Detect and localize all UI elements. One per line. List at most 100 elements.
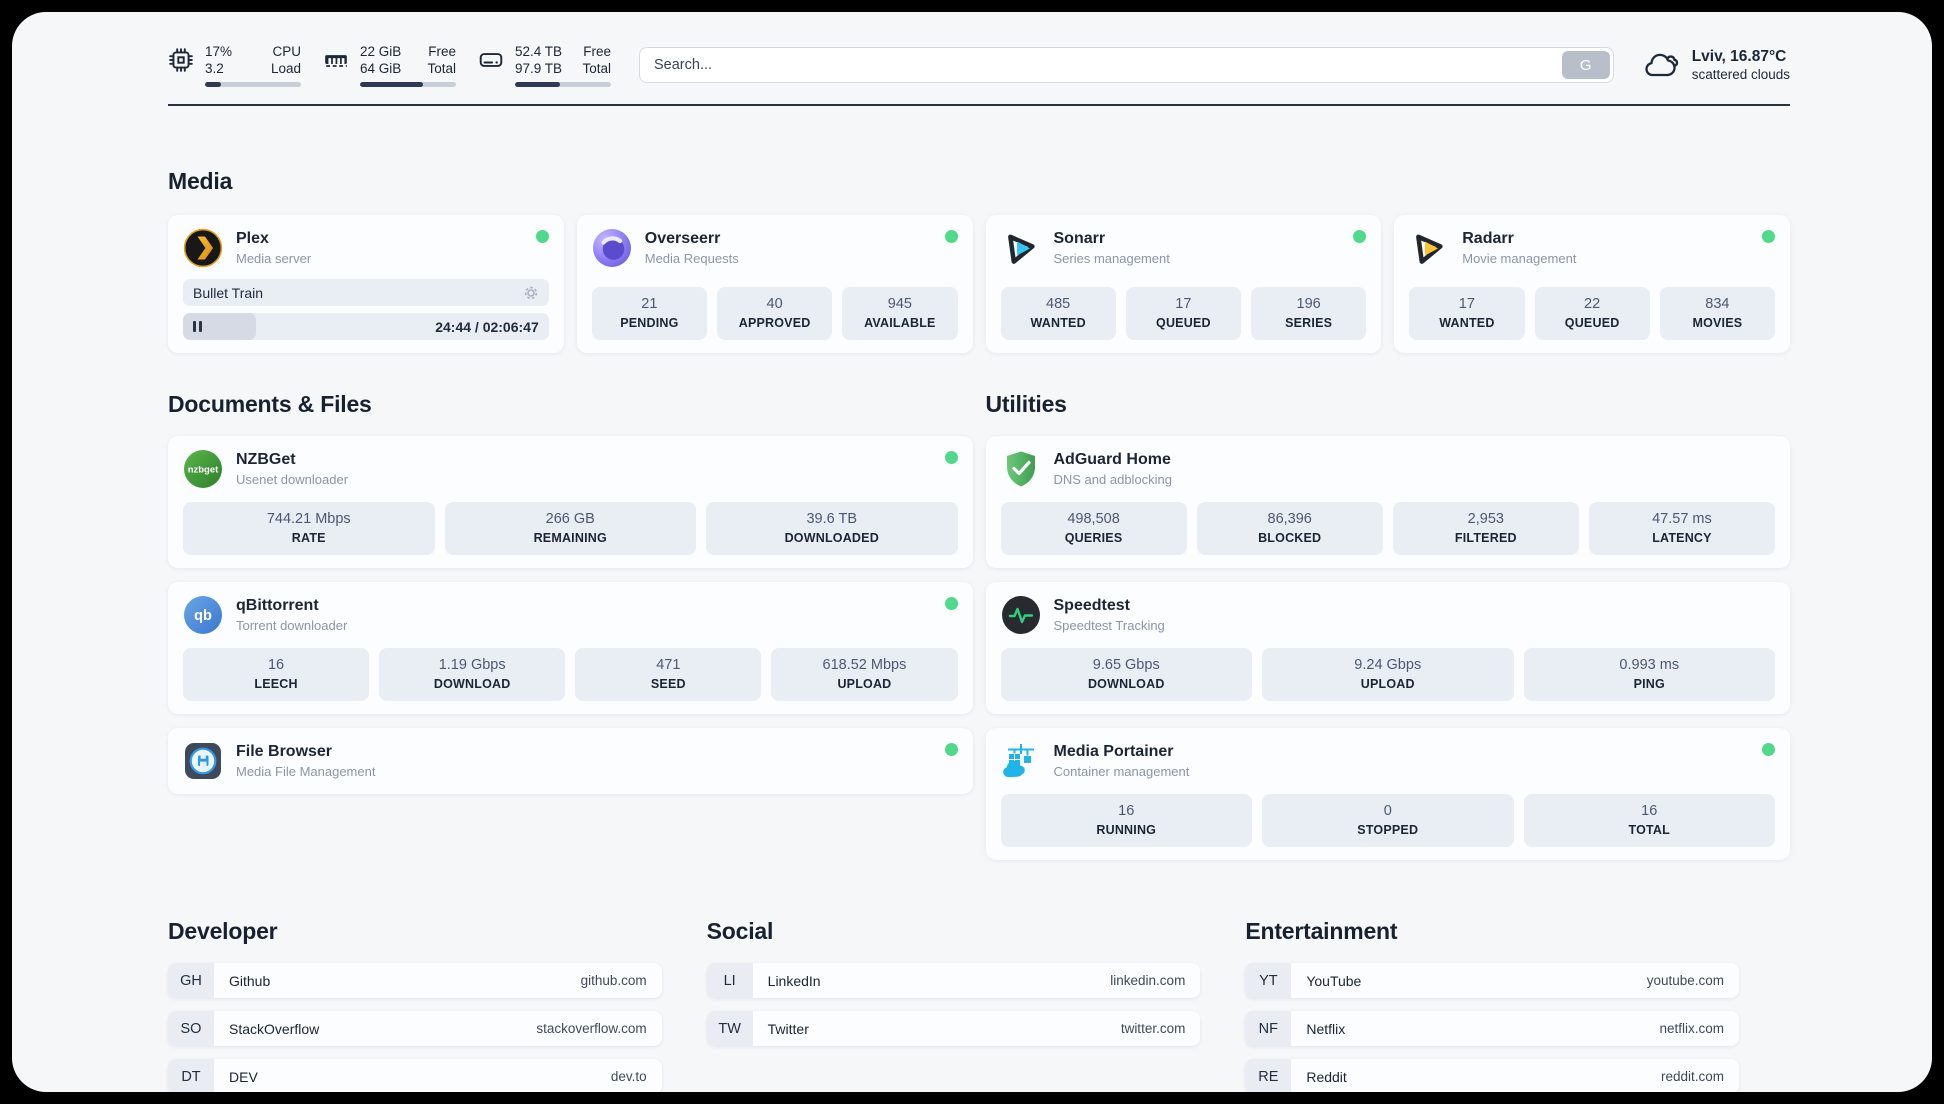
app-name: Plex: [236, 230, 269, 247]
cloud-icon: [1645, 53, 1678, 77]
adguard-icon: [1006, 451, 1035, 487]
memory-widget: 22 GiB Free 64 GiB Total: [323, 43, 456, 87]
bookmark-name: Github: [229, 972, 271, 989]
stat-filtered: 2,953 FILTERED: [1392, 502, 1579, 555]
bookmark-youtube[interactable]: YT YouTube youtube.com: [1245, 963, 1739, 998]
bookmark-abbr: DT: [168, 1059, 214, 1092]
stat-seed: 471 SEED: [575, 648, 762, 701]
gear-icon[interactable]: [523, 285, 539, 301]
plex-now-playing: Bullet Train 24:44 / 02:06:47: [183, 268, 549, 340]
memory-total: 64 GiB: [360, 61, 402, 76]
stat-latency: 47.57 ms LATENCY: [1588, 502, 1775, 555]
memory-progress-bar: [360, 82, 456, 87]
bookmark-name: LinkedIn: [767, 972, 821, 989]
stat-downloaded: 39.6 TB DOWNLOADED: [706, 502, 958, 555]
app-description: Torrent downloader: [236, 618, 348, 633]
cpu-load-label: Load: [270, 61, 301, 76]
app-name: Media Portainer: [1053, 743, 1174, 760]
bookmark-linkedin[interactable]: LI LinkedIn linkedin.com: [706, 963, 1201, 998]
app-card-qbittorrent[interactable]: qb qBittorrent Torrent downloader 16 LEEC…: [168, 582, 973, 714]
bookmark-url: dev.to: [610, 1069, 647, 1084]
bookmark-url: github.com: [580, 973, 647, 988]
bookmark-group-developer: Developer GH Github github.com SO StackO…: [168, 918, 662, 1092]
bookmark-url: stackoverflow.com: [536, 1021, 647, 1036]
header-divider: [168, 104, 1790, 106]
disk-total: 97.9 TB: [515, 61, 563, 76]
app-name: NZBGet: [236, 451, 296, 468]
app-card-filebrowser[interactable]: File Browser Media File Management: [168, 728, 973, 794]
weather-location-temp: Lviv, 16.87°C: [1691, 48, 1787, 65]
stat-download: 9.65 Gbps DOWNLOAD: [1000, 648, 1252, 701]
plex-icon: [183, 228, 223, 268]
bookmark-abbr: NF: [1245, 1011, 1292, 1046]
overseerr-icon: [592, 229, 631, 267]
bookmark-dev[interactable]: DT DEV dev.to: [168, 1059, 662, 1092]
app-name: Sonarr: [1053, 230, 1106, 247]
app-description: Speedtest Tracking: [1053, 618, 1165, 633]
nzbget-icon: nzbget: [184, 450, 222, 488]
search-engine-button[interactable]: G: [1561, 51, 1610, 79]
stat-available: 945 AVAILABLE: [842, 287, 958, 340]
section-title-media: Media: [168, 168, 233, 194]
dashboard-frame: 17% CPU 3.2 Load 22 GiB Free 64 GiB Total: [0, 0, 1944, 1104]
bookmark-group-title: Developer: [168, 918, 278, 944]
bookmark-group-social: Social LI LinkedIn linkedin.com TW Twitt…: [706, 918, 1201, 1092]
radarr-icon: [1416, 234, 1443, 264]
disk-total-label: Total: [582, 61, 611, 76]
bookmark-netflix[interactable]: NF Netflix netflix.com: [1245, 1011, 1739, 1046]
cpu-progress-bar: [205, 82, 301, 87]
now-playing-title: Bullet Train: [193, 284, 264, 301]
svg-text:qb: qb: [194, 608, 212, 624]
bookmark-name: Reddit: [1306, 1068, 1347, 1085]
bookmark-url: youtube.com: [1646, 973, 1724, 988]
bookmark-reddit[interactable]: RE Reddit reddit.com: [1245, 1059, 1739, 1092]
bookmark-stackoverflow[interactable]: SO StackOverflow stackoverflow.com: [168, 1011, 662, 1046]
disk-icon: [479, 53, 503, 67]
section-title-documents: Documents & Files: [168, 391, 372, 417]
media-grid: Plex Media server Bullet Train 24:44 / 0…: [168, 215, 1790, 353]
app-description: Media Requests: [644, 251, 739, 266]
bookmark-group-entertainment: Entertainment YT YouTube youtube.com NF …: [1245, 918, 1739, 1092]
app-description: Media server: [236, 251, 312, 266]
dashboard-content: 17% CPU 3.2 Load 22 GiB Free 64 GiB Total: [12, 12, 1932, 1092]
app-card-radarr[interactable]: Radarr Movie management 17 WANTED 22 QUEUE…: [1394, 215, 1790, 353]
section-documents: Documents & Files nzbget NZBGet Usenet d…: [168, 391, 973, 794]
middle-sections: Documents & Files nzbget NZBGet Usenet d…: [168, 391, 1790, 860]
stat-series: 196 SERIES: [1251, 287, 1367, 340]
qbittorrent-icon: qb: [184, 596, 222, 634]
cpu-usage: 17%: [205, 44, 233, 59]
app-card-sonarr[interactable]: Sonarr Series management 485 WANTED 17 QUE…: [985, 215, 1382, 353]
bookmark-name: DEV: [229, 1068, 258, 1085]
status-dot: [1762, 743, 1775, 756]
app-description: Movie management: [1462, 251, 1577, 266]
app-card-nzbget[interactable]: nzbget NZBGet Usenet downloader 744.21 M…: [168, 436, 973, 568]
bookmarks-section: Developer GH Github github.com SO StackO…: [168, 918, 1790, 1092]
filebrowser-icon: [185, 743, 221, 779]
app-name: Overseerr: [644, 230, 721, 247]
disk-progress-bar: [515, 82, 611, 87]
dashboard-panel: 17% CPU 3.2 Load 22 GiB Free 64 GiB Total: [12, 12, 1932, 1092]
bookmark-url: reddit.com: [1660, 1069, 1724, 1084]
app-card-portainer[interactable]: Media Portainer Container management 16 R…: [985, 728, 1790, 860]
stat-pending: 21 PENDING: [591, 287, 707, 340]
stat-download: 1.19 Gbps DOWNLOAD: [379, 648, 566, 701]
bookmark-twitter[interactable]: TW Twitter twitter.com: [706, 1011, 1201, 1046]
memory-total-label: Total: [427, 61, 456, 76]
weather-widget: Lviv, 16.87°C scattered clouds: [1642, 47, 1790, 83]
app-description: Container management: [1053, 764, 1190, 779]
app-card-plex[interactable]: Plex Media server Bullet Train 24:44 / 0…: [168, 215, 564, 353]
stat-rate: 744.21 Mbps RATE: [183, 502, 435, 555]
bookmark-abbr: RE: [1245, 1059, 1292, 1092]
app-card-overseerr[interactable]: Overseerr Media Requests 21 PENDING 40 APP…: [576, 215, 973, 353]
stat-movies: 834 MOVIES: [1659, 287, 1775, 340]
svg-text:nzbget: nzbget: [188, 465, 219, 476]
search-input[interactable]: [639, 47, 1614, 83]
memory-free: 22 GiB: [360, 44, 402, 59]
stat-remaining: 266 GB REMAINING: [444, 502, 696, 555]
stat-ping: 0.993 ms PING: [1523, 648, 1775, 701]
app-card-speedtest[interactable]: Speedtest Speedtest Tracking 9.65 Gbps DO…: [985, 582, 1790, 714]
app-card-adguard[interactable]: AdGuard Home DNS and adblocking 498,508 Q…: [985, 436, 1790, 568]
cpu-widget: 17% CPU 3.2 Load: [168, 43, 301, 87]
bookmark-github[interactable]: GH Github github.com: [168, 963, 662, 998]
status-dot: [1762, 230, 1775, 243]
